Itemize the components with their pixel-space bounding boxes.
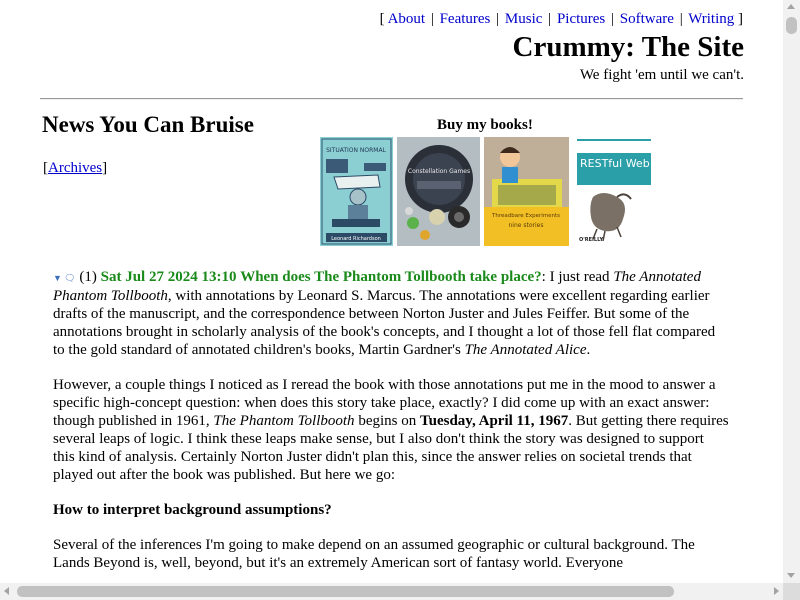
post-comment-count: (1) — [79, 269, 97, 285]
collapse-arrow-icon[interactable]: ▼ — [53, 273, 62, 283]
site-tagline: We fight 'em until we can't. — [579, 67, 744, 83]
books-heading: Buy my books! — [437, 117, 533, 133]
news-heading: News You Can Bruise — [42, 112, 254, 137]
book-cover-threadbare-experiments[interactable]: Threadbare Experiments nine stories — [484, 137, 569, 246]
top-navigation: [ About | Features | Music | Pictures | … — [380, 10, 743, 28]
scroll-up-arrow-icon[interactable] — [787, 4, 795, 9]
nav-link-music[interactable]: Music — [505, 11, 543, 27]
nav-link-about[interactable]: About — [388, 11, 426, 27]
post-book-title: The Phantom Tollbooth — [213, 413, 355, 429]
book-cover-situation-normal[interactable]: SITUATION NORMAL Leonard Richardson — [320, 137, 393, 246]
comment-bubble-icon[interactable]: 🗨 — [64, 273, 75, 283]
cover-subtitle-text: nine stories — [509, 222, 544, 229]
scroll-right-arrow-icon[interactable] — [774, 587, 779, 595]
post-text: . — [586, 342, 591, 358]
book-cover-restful-web-apis[interactable]: RESTful Web APIs O'REILLY — [573, 137, 655, 246]
nav-open-bracket: [ — [379, 11, 385, 27]
cover-title-text: Threadbare Experiments — [491, 213, 560, 219]
post-text: begins on — [354, 413, 420, 429]
page: [ About | Features | Music | Pictures | … — [0, 0, 783, 583]
scrollbar-corner — [783, 583, 800, 600]
cover-author-text: Leonard Richardson — [331, 236, 381, 242]
archives-close-bracket: ] — [102, 160, 108, 176]
situation-normal-cover-art: SITUATION NORMAL Leonard Richardson — [320, 137, 393, 246]
cover-publisher-text: O'REILLY — [579, 237, 604, 243]
nav-close-bracket: ] — [738, 11, 743, 27]
nav-link-software[interactable]: Software — [620, 11, 674, 27]
cover-title-text: SITUATION NORMAL — [326, 147, 386, 154]
nav-separator: | — [679, 11, 683, 27]
cover-title-text: RESTful Web APIs — [580, 157, 655, 170]
post-text: : I just read — [541, 269, 614, 285]
post-title: When does The Phantom Tollbooth take pla… — [240, 269, 542, 285]
post-book-title: The Annotated Alice — [464, 342, 587, 358]
threadbare-experiments-cover-art: Threadbare Experiments nine stories — [484, 137, 569, 246]
restful-web-apis-cover-art: RESTful Web APIs O'REILLY — [573, 137, 655, 246]
nav-separator: | — [430, 11, 434, 27]
vertical-scrollbar[interactable] — [783, 0, 800, 583]
post-date: Sat Jul 27 2024 13:10 — [100, 269, 237, 285]
nav-link-writing[interactable]: Writing — [688, 11, 734, 27]
news-post: ▼ 🗨 (1) Sat Jul 27 2024 13:10 When does … — [53, 268, 729, 583]
post-paragraph-3: Several of the inferences I'm going to m… — [53, 537, 695, 571]
post-paragraph-1: ▼ 🗨 (1) Sat Jul 27 2024 13:10 When does … — [53, 268, 729, 359]
archives-link[interactable]: Archives — [48, 160, 102, 176]
nav-separator: | — [496, 11, 500, 27]
post-date-emphasis: Tuesday, April 11, 1967 — [419, 413, 569, 429]
nav-separator: | — [548, 11, 552, 27]
nav-separator: | — [611, 11, 615, 27]
horizontal-scrollbar[interactable] — [0, 583, 783, 600]
nav-link-pictures[interactable]: Pictures — [557, 11, 605, 27]
nav-link-features[interactable]: Features — [440, 11, 491, 27]
post-icons: ▼ 🗨 — [53, 273, 76, 283]
cover-title-text: Constellation Games — [408, 168, 470, 175]
archives-link-wrapper: [Archives] — [43, 159, 107, 177]
scroll-left-arrow-icon[interactable] — [4, 587, 9, 595]
post-paragraph-2: However, a couple things I noticed as I … — [53, 376, 729, 484]
horizontal-scroll-thumb[interactable] — [17, 586, 674, 597]
vertical-scroll-thumb[interactable] — [786, 17, 797, 34]
scroll-down-arrow-icon[interactable] — [787, 573, 795, 578]
site-title: Crummy: The Site — [512, 31, 744, 63]
post-section-heading: How to interpret background assumptions? — [53, 502, 332, 518]
constellation-games-cover-art: Constellation Games — [397, 137, 480, 246]
header-divider — [40, 98, 743, 100]
book-cover-constellation-games[interactable]: Constellation Games — [397, 137, 480, 246]
